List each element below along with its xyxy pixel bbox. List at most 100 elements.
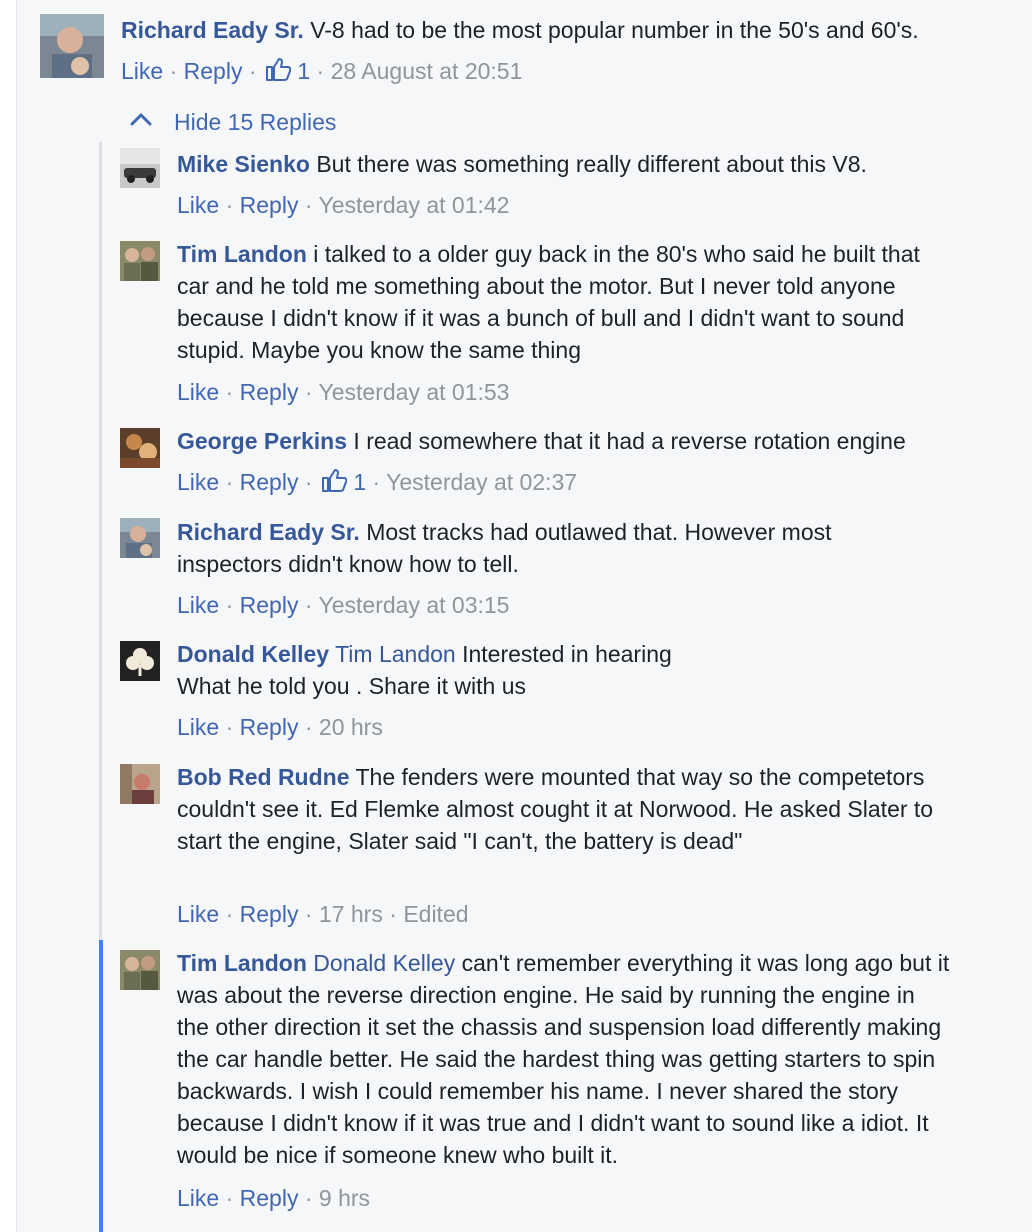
thumbs-up-icon[interactable] [321, 467, 347, 493]
reply-author[interactable]: Donald Kelley [177, 641, 329, 667]
reply-button[interactable]: Reply [240, 192, 299, 218]
profile-photo-icon [120, 764, 160, 804]
reply-message: I read somewhere that it had a reverse r… [353, 428, 906, 454]
reply-text: George Perkins I read somewhere that it … [177, 425, 977, 457]
reply-button[interactable]: Reply [240, 379, 299, 405]
profile-photo-icon [120, 518, 160, 558]
separator: · [248, 58, 263, 84]
separator: · [372, 469, 387, 495]
separator: · [225, 592, 240, 618]
separator: · [225, 469, 240, 495]
reply-timestamp[interactable]: 20 hrs [319, 714, 383, 740]
separator: · [304, 469, 319, 495]
separator: · [304, 1185, 319, 1211]
separator: · [304, 901, 319, 927]
separator: · [225, 192, 240, 218]
profile-photo-icon [120, 148, 160, 188]
avatar[interactable] [40, 14, 104, 78]
separator: · [316, 58, 331, 84]
separator: · [225, 1185, 240, 1211]
reply-actions: Like · Reply · Yesterday at 01:53 [177, 377, 509, 407]
reply-button[interactable]: Reply [240, 469, 299, 495]
reply-actions: Like · Reply · 9 hrs [177, 1183, 370, 1213]
reply-text: Mike Sienko But there was something real… [177, 148, 977, 180]
separator: · [304, 714, 319, 740]
like-button[interactable]: Like [121, 58, 163, 84]
reply-timestamp[interactable]: Yesterday at 01:53 [319, 379, 510, 405]
reply-button[interactable]: Reply [184, 58, 243, 84]
avatar[interactable] [120, 518, 160, 558]
separator: · [225, 714, 240, 740]
reply-timestamp[interactable]: Yesterday at 03:15 [319, 592, 510, 618]
profile-photo-icon [120, 241, 160, 281]
avatar[interactable] [120, 950, 160, 990]
separator: · [225, 901, 240, 927]
like-button[interactable]: Like [177, 469, 219, 495]
reply-author[interactable]: George Perkins [177, 428, 347, 454]
thread-line [99, 142, 102, 942]
separator: · [169, 58, 184, 84]
reply-author[interactable]: Tim Landon [177, 950, 307, 976]
separator: · [225, 379, 240, 405]
avatar[interactable] [120, 764, 160, 804]
separator: · [304, 192, 319, 218]
comment-message: V-8 had to be the most popular number in… [310, 17, 919, 43]
active-thread-indicator [99, 940, 103, 1232]
comment-timestamp[interactable]: 28 August at 20:51 [331, 58, 523, 84]
comment-text: Richard Eady Sr. V-8 had to be the most … [121, 14, 1001, 46]
reply-message: But there was something really different… [316, 151, 867, 177]
avatar[interactable] [120, 641, 160, 681]
reply-text: Bob Red Rudne The fenders were mounted t… [177, 761, 937, 857]
avatar[interactable] [120, 148, 160, 188]
mention-link[interactable]: Donald Kelley [313, 950, 455, 976]
profile-photo-icon [120, 950, 160, 990]
avatar[interactable] [120, 428, 160, 468]
like-button[interactable]: Like [177, 1185, 219, 1211]
profile-photo-icon [120, 428, 160, 468]
separator: · [304, 592, 319, 618]
mention-link[interactable]: Tim Landon [335, 641, 456, 667]
reply-button[interactable]: Reply [240, 901, 299, 927]
thumbs-up-icon[interactable] [265, 56, 291, 82]
reply-timestamp[interactable]: Yesterday at 01:42 [319, 192, 510, 218]
like-button[interactable]: Like [177, 592, 219, 618]
like-count[interactable]: 1 [297, 58, 310, 84]
comment-author[interactable]: Richard Eady Sr. [121, 17, 304, 43]
like-count[interactable]: 1 [353, 469, 366, 495]
reply-text: Richard Eady Sr. Most tracks had outlawe… [177, 516, 917, 580]
reply-author[interactable]: Bob Red Rudne [177, 764, 350, 790]
reply-timestamp[interactable]: Yesterday at 02:37 [386, 469, 577, 495]
reply-author[interactable]: Richard Eady Sr. [177, 519, 360, 545]
reply-author[interactable]: Tim Landon [177, 241, 307, 267]
hide-replies-label: Hide 15 Replies [174, 109, 337, 135]
comment-actions: Like · Reply · 1 · 28 August at 20:51 [121, 56, 522, 86]
reply-button[interactable]: Reply [240, 592, 299, 618]
reply-message: can't remember everything it was long ag… [177, 950, 950, 1168]
reply-text: Donald Kelley Tim Landon Interested in h… [177, 638, 977, 702]
chevron-up-icon [130, 113, 152, 126]
reply-actions: Like · Reply · Yesterday at 03:15 [177, 590, 509, 620]
reply-timestamp[interactable]: 9 hrs [319, 1185, 370, 1211]
like-button[interactable]: Like [177, 192, 219, 218]
like-button[interactable]: Like [177, 379, 219, 405]
shamrock-icon [120, 641, 160, 681]
reply-timestamp[interactable]: 17 hrs [319, 901, 383, 927]
reply-actions: Like · Reply · 17 hrs · Edited [177, 899, 469, 929]
hide-replies-button[interactable]: Hide 15 Replies [130, 106, 336, 138]
reply-text: Tim Landon Donald Kelley can't remember … [177, 947, 952, 1171]
separator: · [389, 901, 404, 927]
separator: · [304, 379, 319, 405]
reply-actions: Like · Reply · 1 · Yesterday at 02:37 [177, 467, 577, 497]
reply-author[interactable]: Mike Sienko [177, 151, 310, 177]
reply-text: Tim Landon i talked to a older guy back … [177, 238, 947, 366]
reply-message-line-2: What he told you . Share it with us [177, 673, 527, 699]
avatar[interactable] [120, 241, 160, 281]
edited-label[interactable]: Edited [403, 901, 468, 927]
like-button[interactable]: Like [177, 901, 219, 927]
reply-button[interactable]: Reply [240, 1185, 299, 1211]
reply-button[interactable]: Reply [240, 714, 299, 740]
reply-actions: Like · Reply · Yesterday at 01:42 [177, 190, 509, 220]
reply-actions: Like · Reply · 20 hrs [177, 712, 383, 742]
like-button[interactable]: Like [177, 714, 219, 740]
reply-message: Interested in hearing [462, 641, 672, 667]
